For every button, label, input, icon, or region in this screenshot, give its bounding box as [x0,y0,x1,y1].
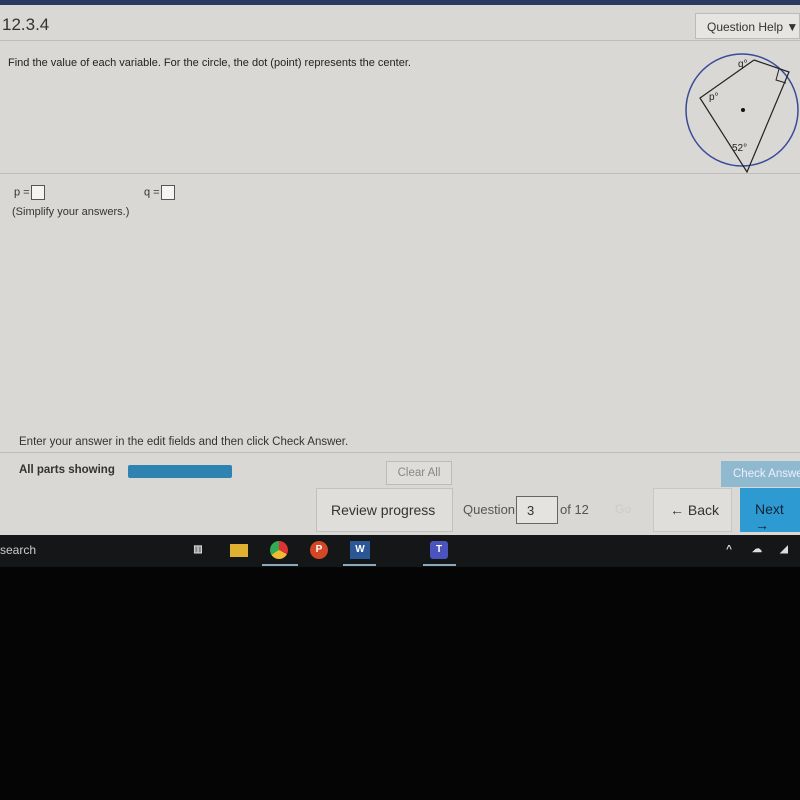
check-answer-button[interactable]: Check Answer [721,461,800,487]
teams-icon[interactable]: T [430,541,448,559]
clear-all-button[interactable]: Clear All [386,461,452,485]
question-text: Find the value of each variable. For the… [8,57,411,69]
question-total: of 12 [560,502,589,517]
q-input[interactable] [160,185,175,200]
divider [0,452,800,453]
instruction-text: Enter your answer in the edit fields and… [19,436,349,448]
task-view-icon[interactable]: ▥ [189,541,207,559]
p-input[interactable] [30,185,45,200]
center-dot [741,108,745,112]
divider [0,40,800,41]
page-title: 12.3.4 [2,15,50,34]
label-p: p° [709,92,719,103]
question-help-button[interactable]: Question Help ▼ [695,13,800,39]
active-indicator [262,564,298,566]
progress-bar [128,465,232,478]
circle-figure: q° p° 52° [685,53,799,173]
q-answer: q = [144,185,175,200]
taskbar: search ▥ P W T ^ ☁ ◢ [0,535,800,567]
next-button[interactable]: Next → [740,488,800,533]
search-box[interactable]: search [0,543,36,557]
back-button[interactable]: ← Back [653,488,732,532]
chevron-up-icon[interactable]: ^ [720,541,738,559]
word-icon[interactable]: W [350,541,370,559]
p-answer: p = [14,185,45,200]
question-page: 12.3.4 Question Help ▼ Find the value of… [0,5,800,535]
right-angle-mark [775,68,787,84]
all-parts-label: All parts showing [19,464,115,476]
label-q: q° [738,59,748,70]
go-button[interactable]: Go [615,502,631,516]
label-52: 52° [732,143,747,154]
wifi-icon[interactable]: ◢ [775,541,793,559]
active-indicator [423,564,456,566]
review-progress-button[interactable]: Review progress [316,488,453,532]
divider [0,173,800,174]
chrome-icon[interactable] [270,541,288,559]
p-label: p = [14,186,30,199]
powerpoint-icon[interactable]: P [310,541,328,559]
active-indicator [343,564,376,566]
question-number-input[interactable]: 3 [516,496,558,524]
question-label: Question [463,502,516,517]
q-label: q = [144,186,160,199]
hint-text: (Simplify your answers.) [12,206,130,218]
cloud-icon[interactable]: ☁ [748,541,766,559]
file-explorer-icon[interactable] [230,544,248,557]
